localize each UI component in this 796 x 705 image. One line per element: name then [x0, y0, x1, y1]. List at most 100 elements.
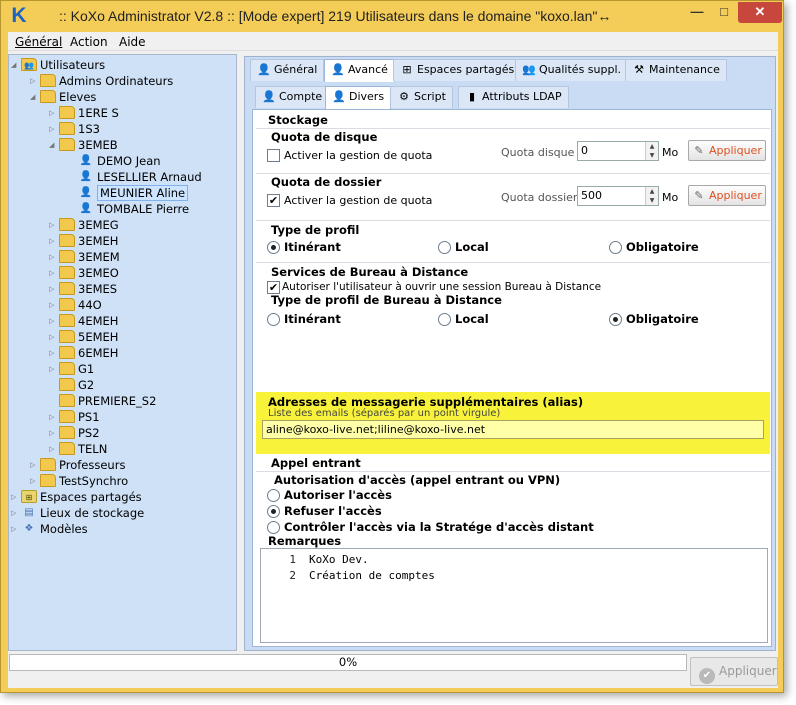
quota-disque-checkbox[interactable] [267, 149, 280, 162]
quota-dossier-spinner[interactable]: 500 ▲ ▼ [577, 186, 659, 206]
access-deny-radio[interactable] [267, 505, 280, 518]
quota-disque-spinner[interactable]: 0 ▲ ▼ [577, 141, 659, 161]
tree-node[interactable]: G2 [49, 377, 94, 393]
title-bar[interactable]: K :: KoXo Administrator V2.8 :: [Mode ex… [1, 1, 783, 31]
tree-expander-icon[interactable]: ▷ [49, 281, 59, 297]
tree-expander-icon[interactable]: ▷ [11, 505, 21, 521]
spinner-arrows-icon[interactable]: ▲ ▼ [645, 187, 658, 205]
tree-node[interactable]: ▷ 3EMEM [49, 249, 120, 265]
tab-qualit-s-suppl-[interactable]: 👥 Qualités suppl. [515, 59, 629, 81]
tab-compte[interactable]: 👤 Compte [255, 86, 330, 108]
tree-node[interactable]: ▷ 44O [49, 297, 102, 313]
tree-node[interactable]: 👤 DEMO Jean [68, 153, 161, 169]
tree-expander-icon[interactable]: ▷ [11, 489, 21, 505]
remarks-editor[interactable]: 1 KoXo Dev. 2 Création de comptes [260, 548, 768, 643]
tree-node[interactable]: 👤 MEUNIER Aline [68, 185, 189, 201]
tree-expander-icon[interactable]: ▷ [49, 329, 59, 345]
tree-node[interactable]: ▷ 3EMES [49, 281, 117, 297]
navigation-tree[interactable]: ◢ 👥 Utilisateurs ▷ Admins Ordinateurs ◢ Eleves… [8, 54, 237, 651]
quota-disque-apply-button[interactable]: ✎ Appliquer [688, 140, 766, 161]
divers-panel: Stockage Quota de disque Activer la gest… [252, 109, 772, 647]
tree-node[interactable]: 👤 LESELLIER Arnaud [68, 169, 202, 185]
tree-expander-icon[interactable]: ◢ [49, 137, 59, 153]
tab-g-n-ral[interactable]: 👤 Général [250, 59, 325, 81]
remarks-line: KoXo Dev. [309, 553, 369, 566]
tree-expander-icon[interactable]: ▷ [49, 345, 59, 361]
quota-disque-section: Quota de disque Activer la gestion de qu… [256, 128, 770, 173]
tab-divers[interactable]: 👤 Divers [325, 86, 392, 109]
tree-node[interactable]: ▷ ⊞ Espaces partagés [11, 489, 142, 505]
remarks-heading: Remarques [268, 534, 342, 548]
tab-script[interactable]: ⚙ Script [390, 86, 453, 108]
tab-avanc-[interactable]: 👤 Avancé [324, 59, 395, 82]
rds-itinerant-radio[interactable] [267, 313, 280, 326]
profile-obligatoire-radio[interactable] [609, 241, 622, 254]
tree-node[interactable]: ◢ 👥 Utilisateurs [11, 57, 105, 73]
tree-expander-icon[interactable]: ▷ [49, 425, 59, 441]
tree-node[interactable]: 👤 TOMBALE Pierre [68, 201, 189, 217]
access-policy-label: Contrôler l'accès via la Stratége d'accè… [284, 520, 594, 534]
tree-expander-icon[interactable]: ▷ [49, 121, 59, 137]
tree-node[interactable]: ▷ 6EMEH [49, 345, 118, 361]
tab-attributs-ldap[interactable]: ▮ Attributs LDAP [458, 86, 569, 108]
alias-email-input[interactable]: aline@koxo-live.net;liline@koxo-live.net [262, 420, 764, 439]
tree-node[interactable]: PREMIERE_S2 [49, 393, 156, 409]
apply-button[interactable]: ✔ Appliquer [690, 657, 778, 686]
tree-expander-icon[interactable]: ◢ [30, 89, 40, 105]
access-policy-radio[interactable] [267, 521, 280, 534]
tree-node[interactable]: ◢ Eleves [30, 89, 96, 105]
tree-node[interactable]: ▷ PS2 [49, 425, 100, 441]
quota-dossier-apply-button[interactable]: ✎ Appliquer [688, 185, 766, 206]
tree-expander-icon[interactable]: ▷ [49, 409, 59, 425]
tree-node[interactable]: ▷ 3EMEG [49, 217, 119, 233]
access-allow-radio[interactable] [267, 489, 280, 502]
tree-node[interactable]: ▷ 4EMEH [49, 313, 118, 329]
minimize-button[interactable]: — [684, 2, 710, 23]
tab-espaces-partag-s[interactable]: ⊞ Espaces partagés [393, 59, 522, 81]
folder-icon [59, 234, 75, 247]
rds-local-radio[interactable] [438, 313, 451, 326]
tree-node[interactable]: ▷ ▤ Lieux de stockage [11, 505, 144, 521]
quota-dossier-checkbox[interactable]: ✔ [267, 194, 280, 207]
tree-expander-icon[interactable]: ▷ [49, 361, 59, 377]
tree-node[interactable]: ▷ G1 [49, 361, 94, 377]
tree-expander-icon[interactable]: ▷ [49, 233, 59, 249]
tree-expander-icon[interactable]: ▷ [49, 313, 59, 329]
tree-expander-icon[interactable]: ▷ [30, 73, 40, 89]
tree-expander-icon[interactable]: ▷ [49, 105, 59, 121]
tree-node[interactable]: ▷ 3EMEH [49, 233, 118, 249]
tree-node[interactable]: ▷ Admins Ordinateurs [30, 73, 173, 89]
tree-node[interactable]: ▷ 3EMEO [49, 265, 119, 281]
profile-itinerant-radio[interactable] [267, 241, 280, 254]
tree-node[interactable]: ▷ TestSynchro [30, 473, 128, 489]
rds-obligatoire-radio[interactable] [609, 313, 622, 326]
tree-expander-icon[interactable]: ▷ [49, 265, 59, 281]
profile-local-radio[interactable] [438, 241, 451, 254]
tree-expander-icon[interactable]: ▷ [49, 249, 59, 265]
tree-node[interactable]: ◢ 3EMEB [49, 137, 118, 153]
spinner-arrows-icon[interactable]: ▲ ▼ [645, 142, 658, 160]
maximize-button[interactable]: □ [711, 2, 737, 23]
tree-expander-icon[interactable]: ▷ [30, 457, 40, 473]
tree-expander-icon[interactable]: ▷ [49, 441, 59, 457]
tree-node[interactable]: ▷ 5EMEH [49, 329, 118, 345]
close-button[interactable]: ✕ [738, 2, 782, 23]
rds-itinerant-label: Itinérant [284, 312, 341, 326]
menu-general[interactable]: Général [15, 35, 62, 49]
shared-space-icon: ⊞ [402, 63, 412, 76]
tab-maintenance[interactable]: ⚒ Maintenance [625, 59, 727, 81]
tree-expander-icon[interactable]: ◢ [11, 57, 21, 73]
tree-node[interactable]: ▷ ❖ Modèles [11, 521, 88, 537]
tree-node[interactable]: ▷ Professeurs [30, 457, 125, 473]
tree-expander-icon[interactable]: ▷ [49, 297, 59, 313]
tree-node[interactable]: ▷ 1S3 [49, 121, 100, 137]
tree-expander-icon[interactable]: ▷ [30, 473, 40, 489]
tree-node[interactable]: ▷ TELN [49, 441, 107, 457]
tree-node[interactable]: ▷ PS1 [49, 409, 100, 425]
menu-aide[interactable]: Aide [119, 35, 146, 49]
splitter-handle[interactable] [238, 54, 243, 651]
menu-action[interactable]: Action [70, 35, 108, 49]
tree-expander-icon[interactable]: ▷ [49, 217, 59, 233]
tree-expander-icon[interactable]: ▷ [11, 521, 21, 537]
tree-node[interactable]: ▷ 1ERE S [49, 105, 119, 121]
